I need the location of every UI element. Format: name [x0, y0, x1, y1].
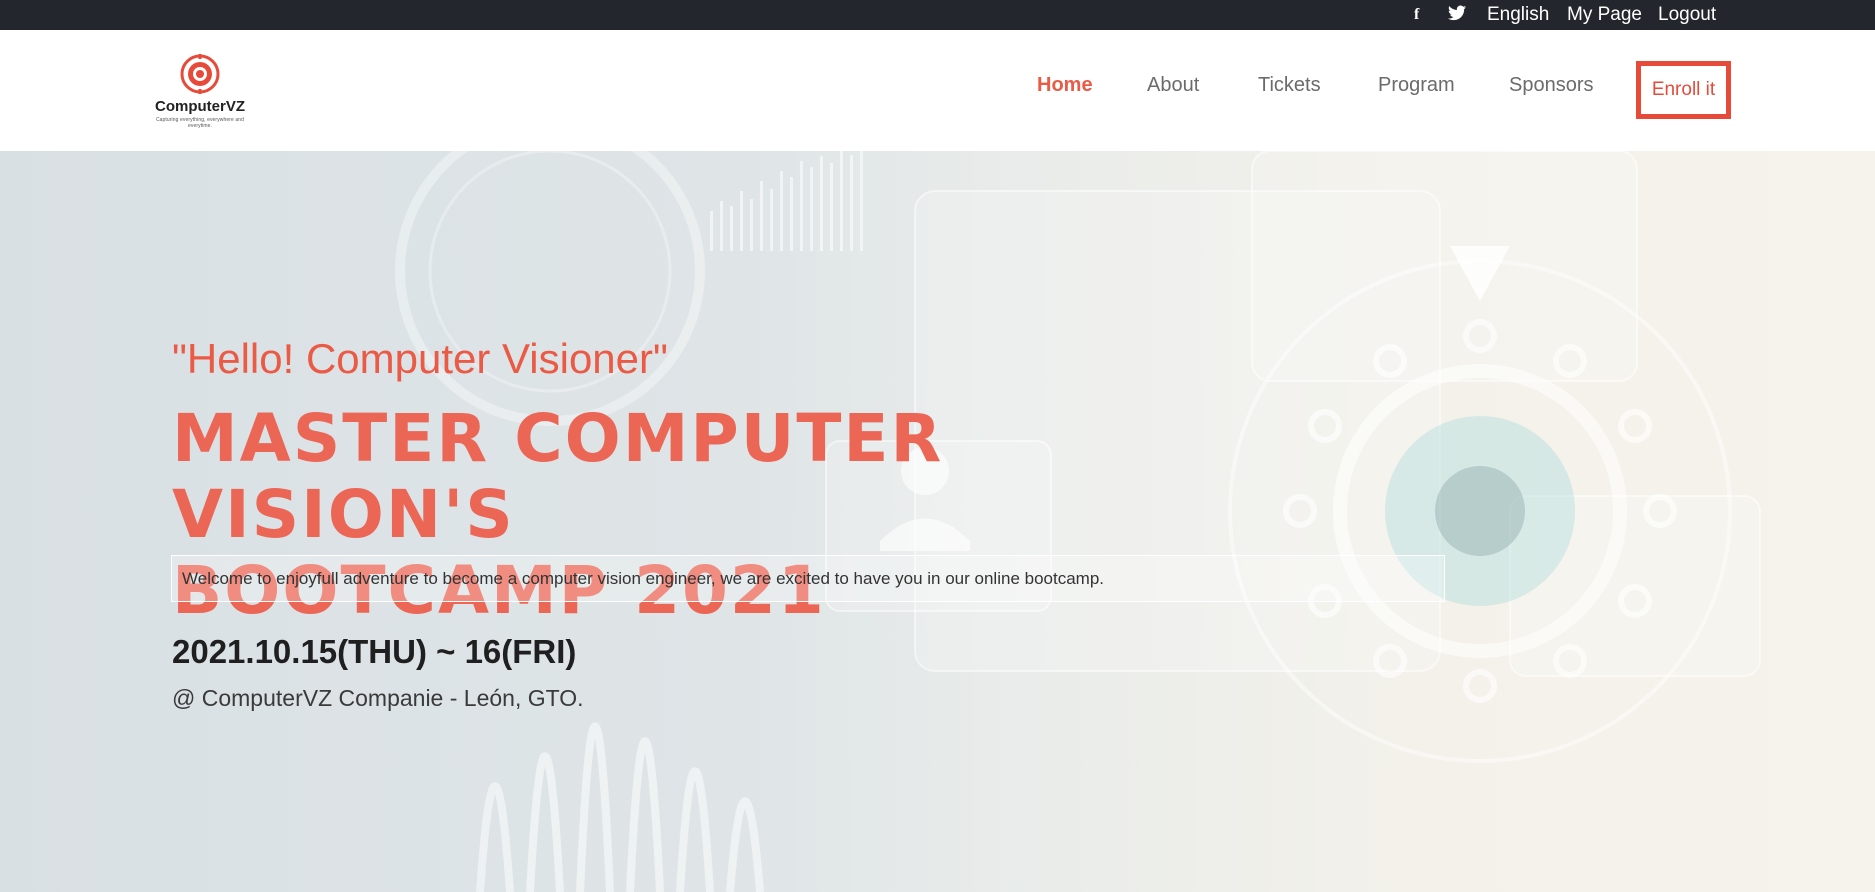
site-logo[interactable]: ComputerVZ Capturing everything, everywh…	[150, 54, 250, 134]
logo-target-icon	[180, 54, 220, 94]
nav-about[interactable]: About	[1147, 73, 1199, 97]
site-header: ComputerVZ Capturing everything, everywh…	[0, 30, 1875, 151]
enroll-button[interactable]: Enroll it	[1636, 61, 1731, 119]
logo-tagline: Capturing everything, everywhere and eve…	[155, 117, 245, 129]
welcome-message: Welcome to enjoyfull adventure to become…	[171, 555, 1445, 602]
nav-sponsors[interactable]: Sponsors	[1509, 73, 1594, 97]
hero-banner: "Hello! Computer Visioner" MASTER COMPUT…	[0, 151, 1875, 892]
logout-link[interactable]: Logout	[1658, 4, 1716, 26]
logo-brand-name: ComputerVZ	[155, 98, 245, 115]
event-venue: @ ComputerVZ Companie - León, GTO.	[172, 685, 584, 711]
nav-home[interactable]: Home	[1037, 73, 1093, 97]
event-date: 2021.10.15(THU) ~ 16(FRI)	[172, 633, 577, 670]
language-link[interactable]: English	[1487, 4, 1549, 26]
facebook-icon[interactable]: f	[1414, 5, 1419, 25]
hero-title-line-1: MASTER COMPUTER VISION'S	[172, 400, 944, 553]
nav-program[interactable]: Program	[1378, 73, 1455, 97]
twitter-icon[interactable]	[1448, 5, 1466, 27]
my-page-link[interactable]: My Page	[1567, 4, 1642, 26]
top-utility-bar: f English My Page Logout	[0, 0, 1875, 30]
nav-tickets[interactable]: Tickets	[1258, 73, 1321, 97]
hero-greeting: "Hello! Computer Visioner"	[172, 335, 668, 382]
